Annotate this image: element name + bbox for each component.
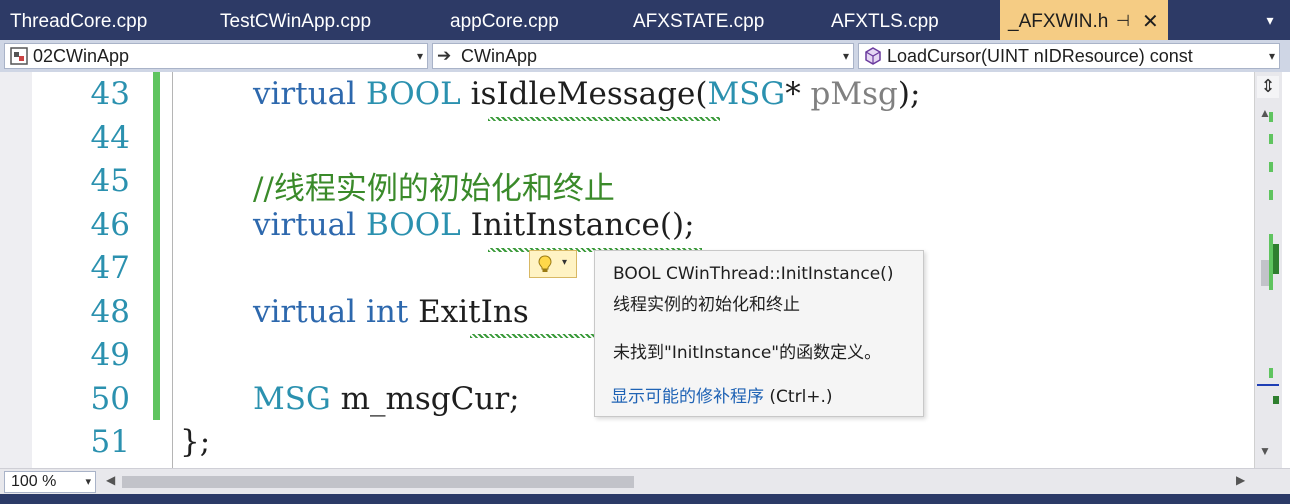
scope-dropdown[interactable]: ➔ CWinApp ▾ <box>432 43 854 69</box>
chevron-down-icon: ▾ <box>562 257 568 268</box>
type: MSG <box>707 76 786 112</box>
chevron-down-icon: ▾ <box>85 476 91 488</box>
horizontal-scroll-thumb[interactable] <box>122 476 634 488</box>
warning-squiggle <box>488 117 720 121</box>
navigation-bar: 02CWinApp ▾ ➔ CWinApp ▾ LoadCursor(UINT … <box>0 40 1290 72</box>
window-footer <box>0 494 1290 504</box>
project-name: 02CWinApp <box>33 46 130 66</box>
scroll-down-icon[interactable]: ▼ <box>1259 444 1271 458</box>
scope-name: CWinApp <box>461 46 538 66</box>
change-marker <box>1269 162 1273 172</box>
quick-info-tooltip: BOOL CWinThread::InitInstance() 线程实例的初始化… <box>594 250 924 417</box>
identifier: ExitIns <box>418 294 529 330</box>
change-marker <box>1269 112 1273 122</box>
tab-overflow-dropdown-icon[interactable]: ▾ <box>1258 10 1282 30</box>
quick-actions-lightbulb[interactable]: ▾ <box>529 250 577 278</box>
zoom-dropdown[interactable]: 100 % ▾ <box>4 471 96 493</box>
method-cube-icon <box>865 47 881 65</box>
tab-label: _AFXWIN.h <box>1008 11 1109 32</box>
change-tracking-bar <box>153 72 160 420</box>
tooltip-signature: BOOL CWinThread::InitInstance() <box>613 264 894 284</box>
chevron-down-icon: ▾ <box>416 49 423 63</box>
chevron-down-icon: ▾ <box>842 49 849 63</box>
line-number: 44 <box>90 120 130 156</box>
project-icon <box>10 47 28 65</box>
type: BOOL <box>365 76 461 112</box>
lightbulb-icon <box>538 255 552 272</box>
type: BOOL <box>365 207 461 243</box>
warning-squiggle <box>470 334 594 338</box>
tab-label: appCore.cpp <box>450 11 559 32</box>
code-line-50: MSG m_msgCur; <box>253 381 520 417</box>
line-number: 45 <box>90 163 130 199</box>
class-arrow-icon: ➔ <box>437 46 452 65</box>
chevron-down-icon: ▾ <box>1268 49 1275 63</box>
code-line-46: virtual BOOL InitInstance(); <box>253 207 695 243</box>
tab-appcore-cpp[interactable]: appCore.cpp <box>450 0 559 40</box>
identifier: m_msgCur; <box>340 381 520 417</box>
document-tab-strip: ThreadCore.cpp TestCWinApp.cpp appCore.c… <box>0 0 1290 40</box>
editor-bottom-bar: 100 % ▾ ◀ ▶ <box>0 468 1290 494</box>
code-line-45: //线程实例的初始化和终止 <box>253 171 615 207</box>
punctuation: * <box>785 76 801 112</box>
shortcut-hint: (Ctrl+.) <box>769 387 833 407</box>
identifier: InitInstance <box>470 207 660 243</box>
tab-testcwinapp-cpp[interactable]: TestCWinApp.cpp <box>220 0 371 40</box>
scroll-left-icon[interactable]: ◀ <box>106 473 115 487</box>
code-line-48: virtual int ExitIns <box>253 294 529 330</box>
line-number: 48 <box>90 294 130 330</box>
identifier: isIdleMessage <box>470 76 696 112</box>
code-line-43: virtual BOOL isIdleMessage(MSG* pMsg); <box>253 76 920 112</box>
punctuation: ); <box>897 76 921 112</box>
split-window-icon[interactable]: ⇕ <box>1257 76 1279 98</box>
tab-threadcore-cpp[interactable]: ThreadCore.cpp <box>10 0 147 40</box>
tab-afxstate-cpp[interactable]: AFXSTATE.cpp <box>633 0 764 40</box>
tab-afxtls-cpp[interactable]: AFXTLS.cpp <box>831 0 939 40</box>
keyword: virtual <box>253 294 357 330</box>
tab-label: AFXSTATE.cpp <box>633 11 765 32</box>
member-dropdown[interactable]: LoadCursor(UINT nIDResource) const ▾ <box>858 43 1280 69</box>
change-marker <box>1269 190 1273 200</box>
tooltip-fix-row: 显示可能的修补程序 (Ctrl+.) <box>611 382 833 407</box>
tooltip-comment: 线程实例的初始化和终止 <box>613 295 800 315</box>
scroll-right-icon[interactable]: ▶ <box>1236 473 1245 487</box>
punctuation: (); <box>659 207 695 243</box>
member-name: LoadCursor(UINT nIDResource) const <box>887 46 1193 66</box>
zoom-level: 100 % <box>11 473 57 490</box>
type: int <box>365 294 409 330</box>
project-dropdown[interactable]: 02CWinApp ▾ <box>4 43 428 69</box>
parameter: pMsg <box>810 76 898 112</box>
line-number: 50 <box>90 381 130 417</box>
line-number: 49 <box>90 337 130 373</box>
tab-label: AFXTLS.cpp <box>831 11 939 32</box>
pin-tab-icon[interactable]: ⊣ <box>1116 0 1130 44</box>
keyword: virtual <box>253 76 357 112</box>
line-number: 47 <box>90 250 130 286</box>
vertical-scrollbar[interactable]: ⇕ ▲ ▼ <box>1254 72 1282 468</box>
scroll-thumb[interactable] <box>1261 260 1269 286</box>
keyword: virtual <box>253 207 357 243</box>
punctuation: ( <box>695 76 708 112</box>
tab-label: ThreadCore.cpp <box>10 11 148 32</box>
line-number: 51 <box>90 424 130 460</box>
change-marker <box>1269 368 1273 378</box>
close-tab-icon[interactable]: ✕ <box>1142 0 1159 44</box>
error-marker <box>1273 244 1279 274</box>
caret-position-marker <box>1257 384 1279 386</box>
line-number: 46 <box>90 207 130 243</box>
tab-afxwin-h[interactable]: _AFXWIN.h ⊣ ✕ <box>1000 0 1168 40</box>
tab-label: TestCWinApp.cpp <box>220 11 372 32</box>
error-marker <box>1273 396 1279 404</box>
show-potential-fixes-link[interactable]: 显示可能的修补程序 <box>611 387 764 407</box>
selection-margin <box>0 72 32 468</box>
type: MSG <box>253 381 331 417</box>
change-marker <box>1269 134 1273 144</box>
tooltip-error-message: 未找到"InitInstance"的函数定义。 <box>613 343 882 363</box>
code-line-51: }; <box>180 424 211 460</box>
line-number: 43 <box>90 76 130 112</box>
outline-collapse-line <box>172 72 173 468</box>
